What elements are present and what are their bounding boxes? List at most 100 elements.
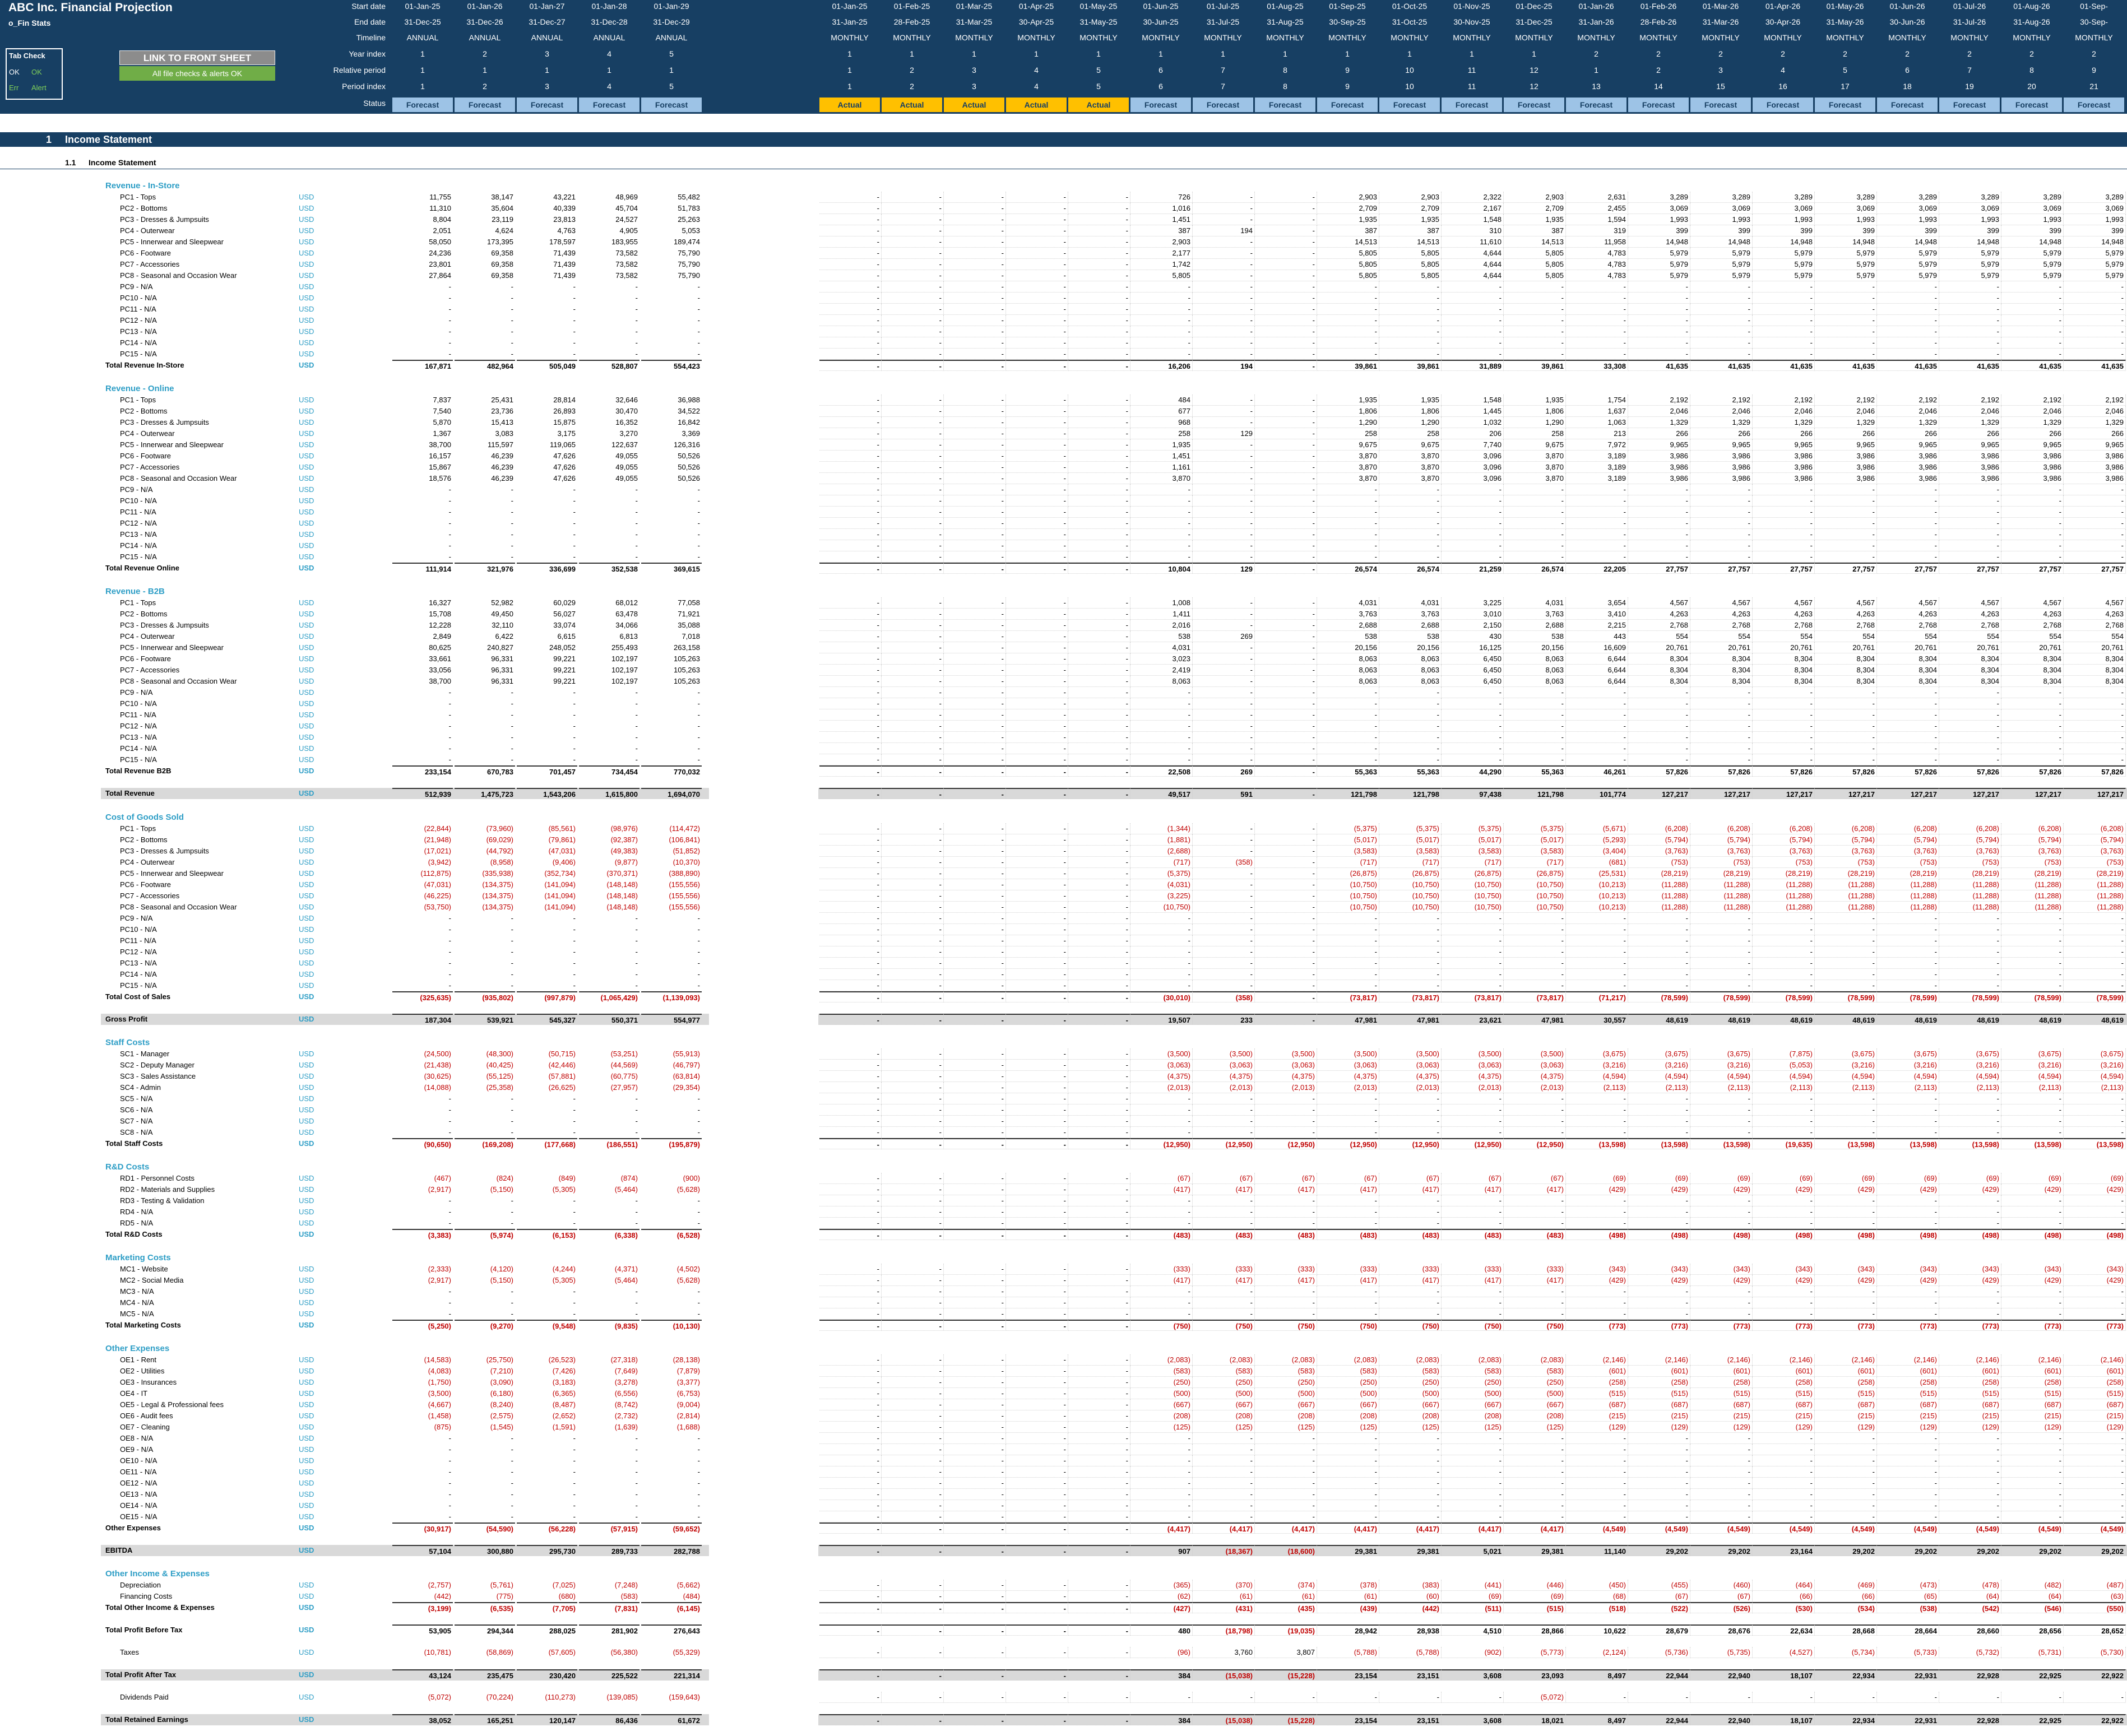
monthly-value-cell[interactable]: - [1504, 1500, 1566, 1511]
monthly-value-cell[interactable]: (2,146) [1939, 1354, 2001, 1366]
monthly-value-cell[interactable]: 8,304 [1628, 665, 1690, 676]
annual-value-cell[interactable]: 11,310 [392, 203, 453, 214]
monthly-value-cell[interactable]: 14,513 [1317, 236, 1379, 248]
monthly-value-cell[interactable]: - [1068, 1297, 1130, 1308]
monthly-value-cell[interactable]: - [882, 1692, 944, 1703]
annual-value-cell[interactable]: - [392, 687, 453, 698]
annual-value-cell[interactable]: (148,148) [579, 902, 640, 913]
monthly-value-cell[interactable]: 4,031 [1504, 597, 1566, 609]
monthly-value-cell[interactable]: 8,304 [1815, 653, 1877, 665]
monthly-value-cell[interactable]: 28,652 [2064, 1624, 2126, 1636]
monthly-value-cell[interactable]: - [1566, 709, 1628, 721]
monthly-value-cell[interactable]: - [1317, 507, 1379, 518]
monthly-value-cell[interactable]: (11,288) [2064, 902, 2126, 913]
annual-value-cell[interactable]: - [392, 1104, 453, 1116]
monthly-value-cell[interactable]: - [819, 1444, 882, 1455]
monthly-value-cell[interactable]: 5,979 [1939, 259, 2001, 270]
monthly-value-cell[interactable]: (3,675) [1815, 1048, 1877, 1060]
monthly-value-cell[interactable]: - [1690, 495, 1753, 507]
annual-value-cell[interactable]: (5,072) [392, 1692, 453, 1703]
monthly-value-cell[interactable]: - [819, 946, 882, 958]
annual-value-cell[interactable]: (155,556) [641, 902, 702, 913]
monthly-value-cell[interactable]: - [1877, 687, 1939, 698]
annual-value-cell[interactable]: - [517, 1104, 577, 1116]
monthly-value-cell[interactable]: 23,151 [1379, 1714, 1442, 1725]
annual-value-cell[interactable]: 321,976 [455, 563, 515, 574]
annual-value-cell[interactable]: - [517, 315, 577, 326]
monthly-value-cell[interactable]: - [1379, 935, 1442, 946]
monthly-value-cell[interactable]: - [882, 337, 944, 349]
monthly-value-cell[interactable]: 387 [1317, 225, 1379, 236]
monthly-value-cell[interactable]: (7,875) [1753, 1048, 1815, 1060]
monthly-value-cell[interactable]: - [2064, 495, 2126, 507]
annual-value-cell[interactable]: - [641, 754, 702, 765]
monthly-value-cell[interactable]: 3,189 [1566, 462, 1628, 473]
monthly-value-cell[interactable]: - [1815, 540, 1877, 551]
monthly-value-cell[interactable]: - [1566, 551, 1628, 563]
monthly-value-cell[interactable]: (4,417) [1193, 1523, 1255, 1534]
monthly-value-cell[interactable]: - [1193, 879, 1255, 890]
monthly-value-cell[interactable]: - [1628, 1500, 1690, 1511]
monthly-value-cell[interactable]: - [819, 631, 882, 642]
monthly-value-cell[interactable]: 269 [1193, 631, 1255, 642]
monthly-value-cell[interactable]: - [944, 406, 1006, 417]
annual-value-cell[interactable]: (44,569) [579, 1060, 640, 1071]
monthly-value-cell[interactable]: - [1255, 281, 1317, 293]
monthly-value-cell[interactable]: - [944, 270, 1006, 281]
monthly-value-cell[interactable]: (13,598) [1690, 1138, 1753, 1149]
monthly-value-cell[interactable]: - [1877, 935, 1939, 946]
monthly-value-cell[interactable]: - [1130, 337, 1193, 349]
monthly-value-cell[interactable]: - [944, 597, 1006, 609]
monthly-value-cell[interactable]: - [1130, 709, 1193, 721]
annual-value-cell[interactable]: - [517, 349, 577, 360]
monthly-value-cell[interactable]: 194 [1193, 360, 1255, 371]
monthly-value-cell[interactable]: - [882, 1014, 944, 1025]
monthly-value-cell[interactable]: (383) [1379, 1580, 1442, 1591]
monthly-value-cell[interactable]: - [1006, 721, 1068, 732]
annual-value-cell[interactable]: - [579, 507, 640, 518]
monthly-value-cell[interactable]: 129 [1193, 563, 1255, 574]
monthly-value-cell[interactable]: (753) [1877, 857, 1939, 868]
annual-value-cell[interactable]: - [392, 1478, 453, 1489]
monthly-value-cell[interactable]: - [819, 270, 882, 281]
monthly-value-cell[interactable]: - [2064, 946, 2126, 958]
annual-value-cell[interactable]: (55,913) [641, 1048, 702, 1060]
annual-value-cell[interactable]: 25,431 [455, 394, 515, 406]
monthly-value-cell[interactable]: - [1504, 281, 1566, 293]
monthly-value-cell[interactable]: - [1068, 225, 1130, 236]
annual-value-cell[interactable]: 7,018 [641, 631, 702, 642]
monthly-value-cell[interactable]: (26,875) [1317, 868, 1379, 879]
monthly-value-cell[interactable]: (67) [1504, 1173, 1566, 1184]
monthly-value-cell[interactable]: - [2001, 1511, 2064, 1523]
monthly-value-cell[interactable]: - [1068, 597, 1130, 609]
monthly-value-cell[interactable]: (2,146) [1628, 1354, 1690, 1366]
monthly-value-cell[interactable]: - [1006, 754, 1068, 765]
monthly-value-cell[interactable]: - [944, 754, 1006, 765]
monthly-value-cell[interactable]: 6,644 [1566, 676, 1628, 687]
monthly-value-cell[interactable]: - [1690, 721, 1753, 732]
annual-value-cell[interactable]: 38,052 [392, 1714, 453, 1725]
monthly-value-cell[interactable]: - [2001, 1692, 2064, 1703]
monthly-value-cell[interactable]: (5,794) [2001, 834, 2064, 846]
monthly-value-cell[interactable]: (750) [1193, 1320, 1255, 1331]
monthly-value-cell[interactable]: (4,594) [1877, 1071, 1939, 1082]
monthly-value-cell[interactable]: - [1068, 495, 1130, 507]
monthly-value-cell[interactable]: - [1193, 823, 1255, 834]
monthly-value-cell[interactable]: - [1317, 1511, 1379, 1523]
monthly-value-cell[interactable]: - [882, 1060, 944, 1071]
monthly-value-cell[interactable]: (12,950) [1130, 1138, 1193, 1149]
monthly-value-cell[interactable]: - [1442, 337, 1504, 349]
monthly-value-cell[interactable]: - [882, 293, 944, 304]
monthly-value-cell[interactable]: 8,063 [1379, 653, 1442, 665]
monthly-value-cell[interactable]: - [944, 1320, 1006, 1331]
monthly-value-cell[interactable]: - [819, 563, 882, 574]
monthly-value-cell[interactable]: - [1877, 969, 1939, 980]
monthly-value-cell[interactable]: 41,635 [2001, 360, 2064, 371]
monthly-value-cell[interactable]: 28,866 [1504, 1624, 1566, 1636]
monthly-value-cell[interactable]: - [1877, 924, 1939, 935]
monthly-value-cell[interactable]: - [1504, 1093, 1566, 1104]
annual-value-cell[interactable]: 105,263 [641, 676, 702, 687]
monthly-value-cell[interactable]: 1,993 [2001, 214, 2064, 225]
monthly-value-cell[interactable]: - [1006, 1399, 1068, 1410]
monthly-value-cell[interactable]: 8,304 [1815, 676, 1877, 687]
